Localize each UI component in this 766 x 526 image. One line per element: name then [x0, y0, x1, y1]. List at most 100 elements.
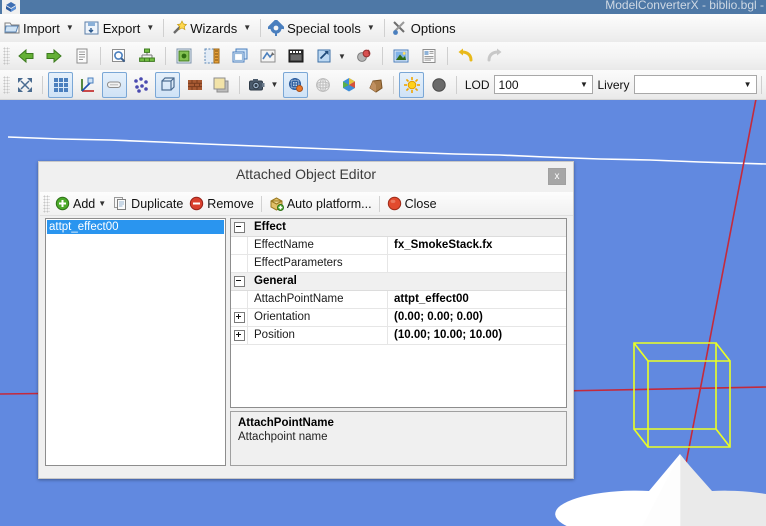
- chevron-down-icon[interactable]: ▼: [367, 24, 375, 32]
- property-row-orientation[interactable]: Orientation (0.00; 0.00; 0.00): [231, 309, 566, 327]
- document-icon[interactable]: [69, 43, 95, 69]
- close-button[interactable]: Close: [384, 193, 440, 214]
- menu-item-import-label: Import: [23, 20, 60, 36]
- property-row-position[interactable]: Position (10.00; 10.00; 10.00): [231, 327, 566, 345]
- add-green-plus-icon: [55, 196, 70, 211]
- property-grid[interactable]: Effect EffectName fx_SmokeStack.fx Effec…: [230, 218, 567, 408]
- object-merge-icon[interactable]: [351, 43, 377, 69]
- duplicate-button[interactable]: Duplicate: [110, 193, 186, 214]
- crash-tools-icon[interactable]: [255, 43, 281, 69]
- dialog-toolbar: Add ▼ Duplicate Remove Auto platform... …: [40, 192, 573, 216]
- back-arrow-icon[interactable]: [13, 43, 39, 69]
- material-sphere-icon[interactable]: [364, 72, 389, 98]
- bounding-box-icon[interactable]: [155, 71, 181, 98]
- toolbar-grip[interactable]: [3, 75, 10, 94]
- expand-icon[interactable]: [231, 309, 248, 326]
- menu-separator: [163, 19, 165, 37]
- redo-icon[interactable]: [481, 43, 507, 69]
- dialog-title: Attached Object Editor: [235, 166, 377, 182]
- dialog-toolbar-separator: [378, 195, 380, 212]
- property-value[interactable]: attpt_effect00: [388, 291, 566, 308]
- livery-combo[interactable]: ▼: [633, 75, 758, 94]
- property-category-label: General: [254, 275, 297, 287]
- attached-object-editor-icon[interactable]: [227, 43, 253, 69]
- property-category-general[interactable]: General: [231, 273, 566, 291]
- fit-to-view-icon[interactable]: [13, 72, 38, 98]
- vertices-icon[interactable]: [129, 72, 154, 98]
- toolbar-grip[interactable]: [3, 47, 10, 65]
- property-description-title: AttachPointName: [238, 417, 334, 429]
- close-icon[interactable]: x: [548, 168, 566, 185]
- toolbar-separator: [238, 75, 240, 94]
- attached-objects-icon[interactable]: [283, 71, 309, 98]
- remove-button[interactable]: Remove: [186, 193, 257, 214]
- chevron-down-icon[interactable]: ▼: [338, 52, 346, 61]
- toolbar-grip[interactable]: [43, 194, 50, 213]
- chevron-down-icon[interactable]: ▼: [576, 76, 591, 93]
- menu-item-options[interactable]: Options: [388, 15, 460, 41]
- expander-placeholder: [231, 255, 248, 272]
- property-name: Orientation: [248, 309, 388, 326]
- texture-view-icon[interactable]: [182, 72, 207, 98]
- property-value[interactable]: fx_SmokeStack.fx: [388, 237, 566, 254]
- list-item[interactable]: attpt_effect00: [47, 220, 224, 234]
- duplicate-button-label: Duplicate: [131, 196, 184, 211]
- wireframe-edges-icon[interactable]: [101, 71, 127, 98]
- material-editor-icon[interactable]: [171, 43, 197, 69]
- property-value[interactable]: (0.00; 0.00; 0.00): [388, 309, 566, 326]
- auto-platform-button[interactable]: Auto platform...: [266, 193, 375, 214]
- undo-icon[interactable]: [453, 43, 479, 69]
- chevron-down-icon[interactable]: ▼: [98, 199, 106, 208]
- property-value[interactable]: (10.00; 10.00; 10.00): [388, 327, 566, 344]
- menu-item-import[interactable]: Import ▼: [0, 15, 80, 41]
- add-button[interactable]: Add: [52, 193, 98, 214]
- hierarchy-icon[interactable]: [134, 43, 160, 69]
- chevron-down-icon[interactable]: ▼: [146, 24, 154, 32]
- menu-item-special-tools[interactable]: Special tools ▼: [264, 15, 381, 41]
- light-sun-icon[interactable]: [399, 71, 425, 98]
- property-category-label: Effect: [254, 221, 286, 233]
- preview-search-icon[interactable]: [106, 43, 132, 69]
- report-icon[interactable]: [416, 43, 442, 69]
- chevron-down-icon[interactable]: ▼: [243, 24, 251, 32]
- chevron-down-icon[interactable]: ▼: [66, 24, 74, 32]
- placement-editor-icon[interactable]: [311, 43, 337, 69]
- toolbar-separator: [446, 47, 448, 65]
- chevron-down-icon[interactable]: ▼: [740, 76, 755, 93]
- grid-icon[interactable]: [48, 71, 74, 98]
- property-value[interactable]: [388, 255, 566, 272]
- colors-icon[interactable]: [337, 72, 362, 98]
- transparency-icon[interactable]: [310, 72, 335, 98]
- night-globe-icon[interactable]: [426, 72, 451, 98]
- menu-item-export-label: Export: [102, 20, 141, 36]
- camera-icon[interactable]: [245, 72, 270, 98]
- collapse-icon[interactable]: [231, 273, 248, 290]
- property-row-effectname[interactable]: EffectName fx_SmokeStack.fx: [231, 237, 566, 255]
- expand-icon[interactable]: [231, 327, 248, 344]
- menu-item-options-label: Options: [410, 20, 456, 36]
- screenshot-icon[interactable]: [388, 43, 414, 69]
- close-button-label: Close: [404, 196, 437, 211]
- forward-arrow-icon[interactable]: [41, 43, 67, 69]
- property-row-attachpointname[interactable]: AttachPointName attpt_effect00: [231, 291, 566, 309]
- dialog-titlebar[interactable]: Attached Object Editor x: [39, 162, 573, 191]
- toolbar-separator: [165, 47, 166, 65]
- axis-icon[interactable]: [75, 72, 100, 98]
- collapse-icon[interactable]: [231, 219, 248, 236]
- texture-editor-icon[interactable]: [199, 43, 225, 69]
- expander-placeholder: [231, 291, 248, 308]
- toolbar-separator: [393, 75, 395, 94]
- property-category-effect[interactable]: Effect: [231, 219, 566, 237]
- property-row-effectparameters[interactable]: EffectParameters: [231, 255, 566, 273]
- animation-icon[interactable]: [283, 43, 309, 69]
- chevron-down-icon[interactable]: ▼: [270, 80, 278, 89]
- attached-object-list[interactable]: attpt_effect00: [45, 218, 226, 466]
- menu-item-wizards[interactable]: Wizards ▼: [167, 15, 257, 41]
- window-titlebar[interactable]: ModelConverterX - biblio.bgl -: [0, 0, 766, 14]
- menu-item-export[interactable]: Export ▼: [80, 15, 161, 41]
- flat-shading-icon[interactable]: [209, 72, 234, 98]
- close-red-circle-icon: [387, 196, 402, 211]
- duplicate-copy-icon: [113, 196, 128, 211]
- lod-label: LOD: [464, 77, 490, 92]
- lod-combo[interactable]: 100 ▼: [493, 75, 594, 94]
